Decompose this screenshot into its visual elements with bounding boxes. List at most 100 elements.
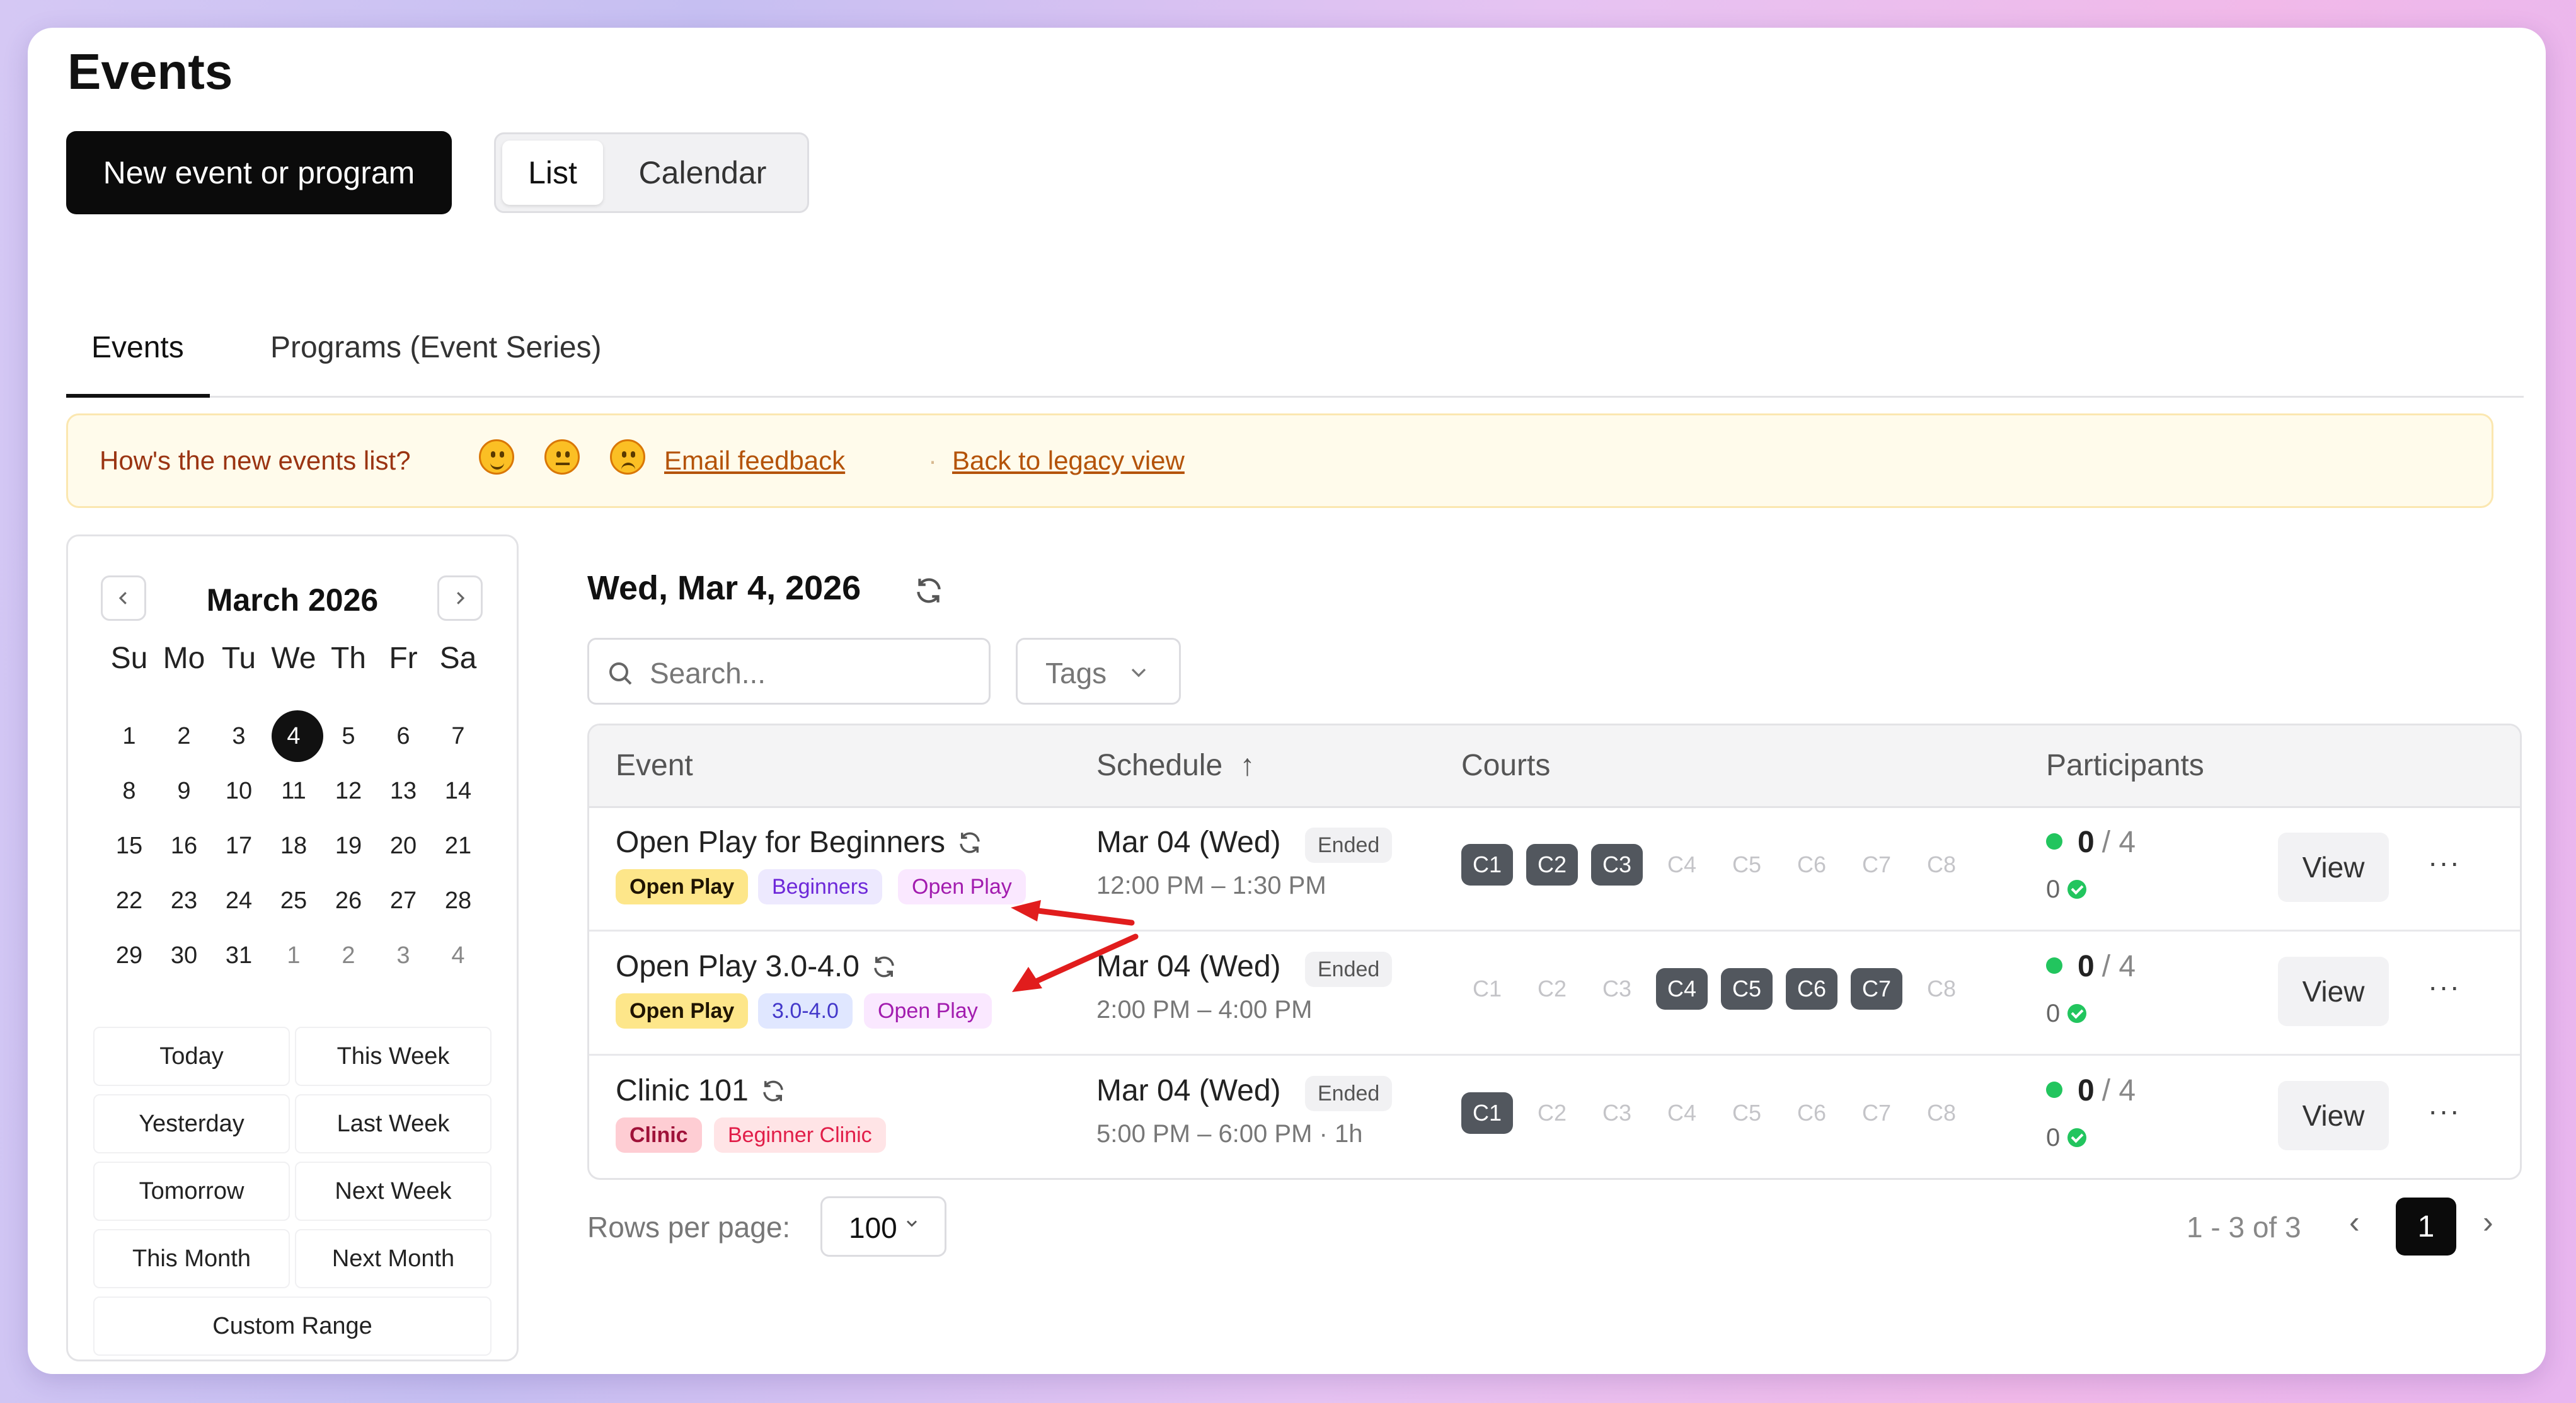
calendar-day[interactable]: 3 (210, 714, 267, 758)
event-name[interactable]: Open Play 3.0-4.0 (616, 949, 897, 984)
event-name[interactable]: Open Play for Beginners (616, 825, 983, 860)
calendar-day[interactable]: 1 (265, 933, 322, 978)
preset-next-month[interactable]: Next Month (295, 1229, 492, 1288)
rows-per-page-value: 100 (849, 1211, 897, 1244)
weekday-label: Fr (389, 642, 418, 675)
calendar-day[interactable]: 27 (375, 879, 432, 923)
event-tag: Open Play (616, 869, 749, 904)
check-circle-icon (2067, 880, 2087, 899)
table-row: Open Play 3.0-4.0 Open Play 3.0-4.0 Open Pl… (589, 930, 2520, 1056)
day-number: 12 (335, 778, 362, 804)
preset-this-week[interactable]: This Week (295, 1027, 492, 1086)
calendar-day[interactable]: 11 (265, 769, 322, 813)
registered-count: 0 (2078, 1074, 2095, 1107)
preset-yesterday[interactable]: Yesterday (93, 1094, 290, 1153)
column-event[interactable]: Event (616, 748, 693, 783)
column-schedule-label: Schedule (1096, 749, 1223, 782)
search-placeholder: Search... (650, 657, 766, 690)
preset-this-month[interactable]: This Month (93, 1229, 290, 1288)
new-event-button[interactable]: New event or program (66, 131, 452, 214)
calendar-day[interactable]: 6 (375, 714, 432, 758)
court-chip: C4 (1656, 968, 1708, 1010)
weekday-label: Tu (221, 642, 256, 675)
current-page-button[interactable]: 1 (2396, 1198, 2456, 1256)
calendar-day[interactable]: 16 (156, 824, 212, 868)
calendar-day[interactable]: 21 (430, 824, 486, 868)
refresh-icon[interactable] (913, 575, 945, 606)
list-view-button[interactable]: List (502, 141, 603, 205)
weekday-label: Sa (439, 642, 477, 675)
rows-per-page-select[interactable]: 100 (820, 1196, 946, 1257)
day-number: 22 (115, 887, 143, 914)
calendar-day[interactable]: 1 (101, 714, 158, 758)
calendar-day[interactable]: 23 (156, 879, 212, 923)
calendar-day[interactable]: 8 (101, 769, 158, 813)
calendar-day[interactable]: 26 (320, 879, 377, 923)
more-options-icon[interactable]: ··· (2428, 969, 2461, 1003)
column-schedule[interactable]: Schedule ↑ (1096, 748, 1255, 783)
calendar-day[interactable]: 28 (430, 879, 486, 923)
calendar-day[interactable]: 20 (375, 824, 432, 868)
view-button[interactable]: View (2278, 1081, 2389, 1150)
prev-page-button[interactable]: ‹ (2349, 1204, 2360, 1240)
calendar-day[interactable]: 29 (101, 933, 158, 978)
next-page-button[interactable]: › (2483, 1204, 2493, 1240)
day-number: 16 (170, 833, 198, 859)
event-name[interactable]: Clinic 101 (616, 1073, 786, 1108)
view-button[interactable]: View (2278, 957, 2389, 1026)
search-input[interactable]: Search... (587, 638, 991, 705)
calendar-day[interactable]: 31 (210, 933, 267, 978)
next-month-button[interactable] (437, 575, 483, 621)
checked-in-value: 0 (2046, 1000, 2061, 1027)
day-number: 26 (335, 887, 362, 914)
calendar-day[interactable]: 30 (156, 933, 212, 978)
selected-day[interactable]: 4 (265, 710, 323, 762)
day-number: 25 (280, 887, 308, 914)
preset-custom-range[interactable]: Custom Range (93, 1296, 492, 1356)
happy-face-icon[interactable] (479, 439, 514, 475)
day-number: 18 (280, 833, 308, 859)
recurring-icon (763, 1080, 783, 1102)
tab-programs[interactable]: Programs (Event Series) (270, 330, 602, 365)
calendar-view-button[interactable]: Calendar (608, 141, 797, 205)
email-feedback-link[interactable]: Email feedback (664, 446, 845, 476)
calendar-day[interactable]: 7 (430, 714, 486, 758)
preset-today[interactable]: Today (93, 1027, 290, 1086)
calendar-day[interactable]: 15 (101, 824, 158, 868)
tags-label: Tags (1045, 657, 1107, 690)
calendar-day[interactable]: 18 (265, 824, 322, 868)
calendar-day[interactable]: 4 (430, 933, 486, 978)
view-button[interactable]: View (2278, 833, 2389, 902)
preset-next-week[interactable]: Next Week (295, 1162, 492, 1221)
calendar-day[interactable]: 2 (320, 933, 377, 978)
legacy-view-link[interactable]: Back to legacy view (952, 446, 1185, 476)
calendar-day[interactable]: 12 (320, 769, 377, 813)
calendar-day[interactable]: 10 (210, 769, 267, 813)
court-chip: C1 (1461, 844, 1513, 886)
tab-events[interactable]: Events (91, 330, 184, 365)
checked-in-count: 0 (2046, 1124, 2087, 1152)
table-row: Clinic 101 Clinic Beginner Clinic Mar 04 (W… (589, 1054, 2520, 1178)
recurring-icon (960, 832, 980, 853)
court-chip: C7 (1861, 1100, 1892, 1126)
calendar-day[interactable]: 2 (156, 714, 212, 758)
neutral-face-icon[interactable] (544, 439, 580, 475)
calendar-day[interactable]: 5 (320, 714, 377, 758)
calendar-day[interactable]: 13 (375, 769, 432, 813)
preset-tomorrow[interactable]: Tomorrow (93, 1162, 290, 1221)
court-chip: C8 (1926, 976, 1957, 1002)
calendar-day[interactable]: 9 (156, 769, 212, 813)
calendar-day[interactable]: 14 (430, 769, 486, 813)
more-options-icon[interactable]: ··· (2428, 845, 2461, 879)
calendar-day[interactable]: 24 (210, 879, 267, 923)
calendar-day[interactable]: 3 (375, 933, 432, 978)
preset-last-week[interactable]: Last Week (295, 1094, 492, 1153)
more-options-icon[interactable]: ··· (2428, 1094, 2461, 1128)
calendar-day[interactable]: 17 (210, 824, 267, 868)
weekday-label: We (271, 642, 316, 675)
sad-face-icon[interactable] (610, 439, 645, 475)
calendar-day[interactable]: 22 (101, 879, 158, 923)
calendar-day[interactable]: 25 (265, 879, 322, 923)
tags-filter-dropdown[interactable]: Tags (1016, 638, 1181, 705)
calendar-day[interactable]: 19 (320, 824, 377, 868)
